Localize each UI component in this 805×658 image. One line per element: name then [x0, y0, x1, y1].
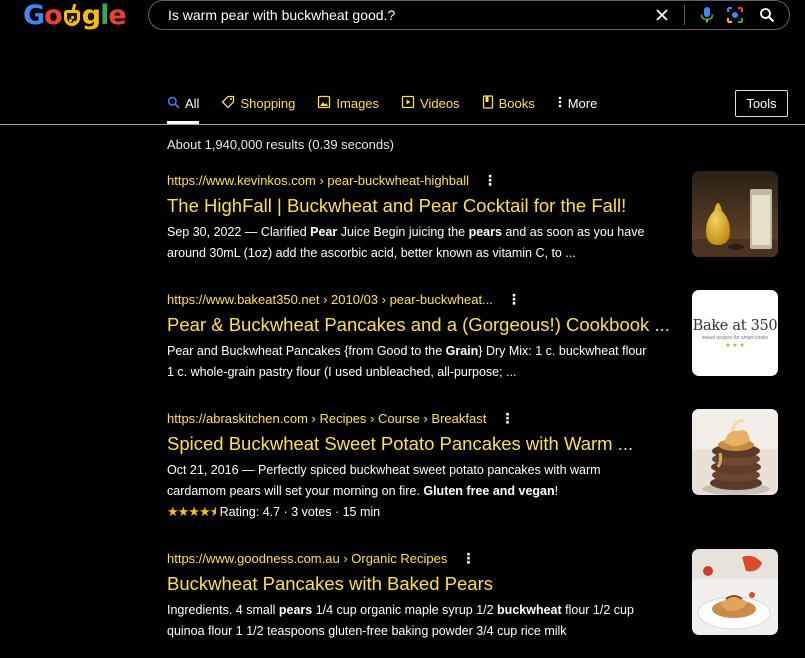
more-options-icon[interactable]: ⋮: [500, 410, 514, 427]
result-url[interactable]: https://abraskitchen.com › Recipes › Cou…: [167, 411, 486, 426]
snippet-bold: Grain: [445, 344, 479, 358]
snippet-text: Sep 30, 2022 — Clarified: [167, 225, 311, 239]
snippet-bold: Gluten free and vegan: [423, 484, 555, 498]
search-result: https://www.kevinkos.com › pear-buckwhea…: [167, 171, 787, 264]
search-icon: [167, 96, 180, 112]
logo-letter: g: [81, 0, 101, 31]
search-result: https://www.bakeat350.net › 2010/03 › pe…: [167, 290, 787, 383]
search-input[interactable]: [149, 7, 648, 23]
tab-label: All: [185, 96, 200, 111]
result-thumbnail-pear-cocktail[interactable]: [692, 171, 778, 257]
boba-tea-icon: [63, 3, 81, 26]
tab-label: Shopping: [240, 96, 296, 111]
snippet-text: !: [554, 484, 559, 498]
result-snippet: Pear and Buckwheat Pancakes {from Good t…: [167, 341, 655, 383]
tab-label: Images: [336, 96, 380, 111]
google-doodle-logo[interactable]: G o g l e: [23, 0, 127, 31]
logo-letter: G: [23, 0, 45, 31]
tag-icon: [221, 95, 235, 112]
result-thumbnail-pancake-plate[interactable]: [692, 549, 778, 635]
snippet-bold: pears: [278, 603, 313, 617]
microphone-icon[interactable]: [693, 1, 721, 29]
thumbnail-stars: ★ ★ ★: [725, 342, 745, 349]
header-divider: [0, 124, 805, 125]
more-options-icon[interactable]: ⋮: [507, 291, 521, 308]
result-stats: About 1,940,000 results (0.39 seconds): [167, 137, 394, 152]
logo-letter: e: [108, 0, 126, 31]
search-divider: [684, 5, 685, 25]
search-box[interactable]: [148, 0, 790, 30]
result-rating: ★★★★★ Rating: 4.7 · 3 votes · 15 min: [167, 502, 787, 522]
snippet-bold: pears: [468, 225, 502, 239]
more-options-icon[interactable]: ⋮: [461, 550, 475, 567]
tools-button[interactable]: Tools: [735, 90, 788, 117]
thumbnail-logo-text: Bake at 350: [692, 317, 778, 334]
snippet-text: 1/4 cup organic maple syrup 1/2: [312, 603, 498, 617]
result-url[interactable]: https://www.goodness.com.au › Organic Re…: [167, 551, 447, 566]
tab-books[interactable]: Books: [482, 90, 535, 117]
result-thumbnail-pancake-stack[interactable]: [692, 409, 778, 495]
tab-shopping[interactable]: Shopping: [221, 90, 295, 117]
tab-all[interactable]: All: [167, 90, 200, 124]
search-result: https://abraskitchen.com › Recipes › Cou…: [167, 409, 787, 522]
tab-images[interactable]: Images: [317, 90, 379, 117]
search-result: https://www.goodness.com.au › Organic Re…: [167, 549, 787, 642]
snippet-text: Ingredients. 4 small: [167, 603, 279, 617]
snippet-text: Juice Begin juicing the: [337, 225, 469, 239]
result-url[interactable]: https://www.bakeat350.net › 2010/03 › pe…: [167, 292, 493, 307]
tab-label: More: [567, 96, 598, 111]
thumbnail-tagline: sweet recipes for smart cooks: [701, 334, 769, 341]
image-icon: [317, 95, 331, 112]
snippet-bold: Pear: [310, 225, 338, 239]
camera-lens-icon[interactable]: [721, 1, 749, 29]
tab-videos[interactable]: Videos: [401, 90, 460, 117]
search-icon[interactable]: [753, 1, 781, 29]
more-options-icon[interactable]: ⋮: [483, 172, 497, 189]
result-snippet: Sep 30, 2022 — Clarified Pear Juice Begi…: [167, 222, 655, 264]
search-tabs: All Shopping Images Videos Books More: [167, 90, 619, 124]
tab-label: Videos: [420, 96, 460, 111]
play-icon: [401, 95, 415, 112]
snippet-bold: buckwheat: [497, 603, 562, 617]
logo-letter: l: [100, 0, 109, 31]
snippet-text: Pear and Buckwheat Pancakes {from Good t…: [167, 344, 446, 358]
result-url[interactable]: https://www.kevinkos.com › pear-buckwhea…: [167, 173, 469, 188]
more-vert-icon: [557, 95, 563, 112]
rating-text: Rating: 4.7 · 3 votes · 15 min: [219, 505, 381, 519]
search-results-page: G o g l e Is warm pear with buckwheat go…: [0, 0, 805, 658]
tab-more[interactable]: More: [557, 90, 598, 117]
result-snippet: Ingredients. 4 small pears 1/4 cup organ…: [167, 600, 655, 642]
logo-letter: o: [44, 0, 63, 31]
tab-label: Books: [498, 96, 535, 111]
result-thumbnail-bake-at-350[interactable]: Bake at 350 sweet recipes for smart cook…: [692, 290, 778, 376]
result-snippet: Oct 21, 2016 — Perfectly spiced buckwhea…: [167, 460, 655, 502]
book-icon: [482, 95, 494, 112]
clear-icon[interactable]: [648, 1, 676, 29]
rating-stars-icon: ★★★★★: [167, 504, 216, 519]
